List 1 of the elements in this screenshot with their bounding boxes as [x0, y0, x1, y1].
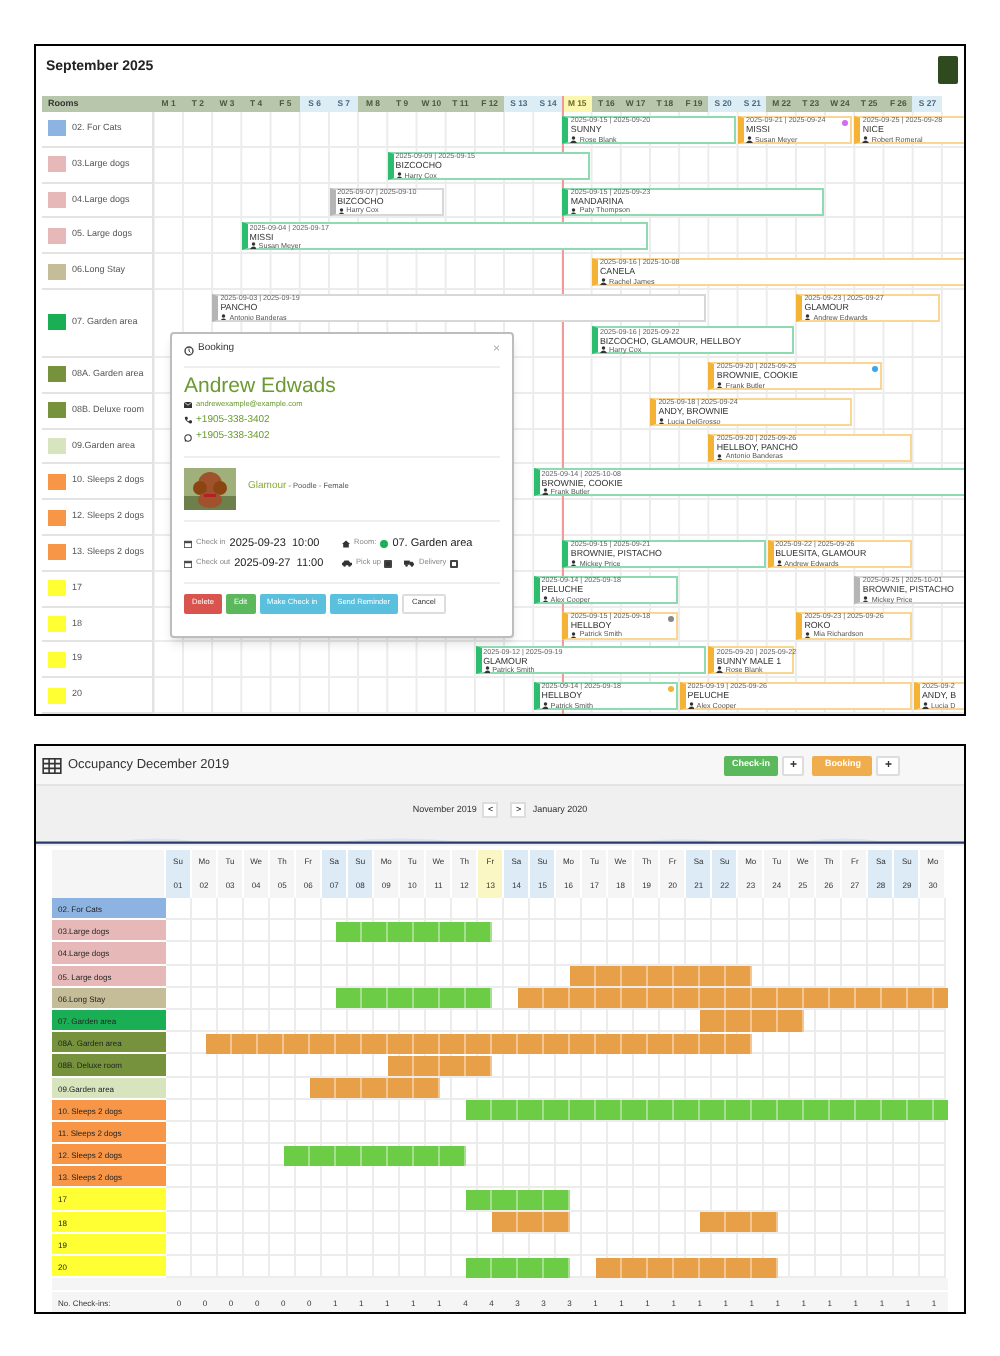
client-name: Andrew Edwads	[184, 374, 338, 398]
